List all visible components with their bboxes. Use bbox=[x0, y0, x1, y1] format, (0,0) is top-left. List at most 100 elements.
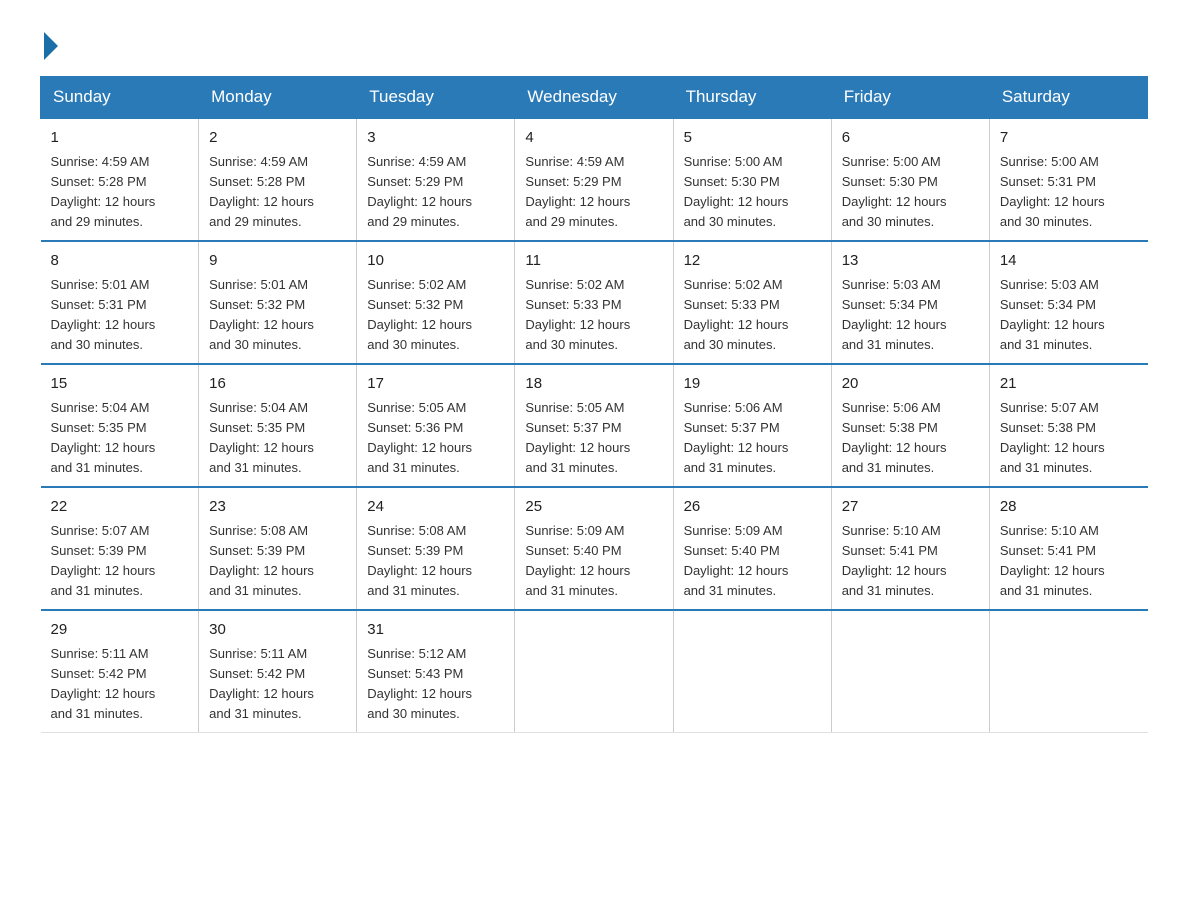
day-number: 23 bbox=[209, 496, 346, 519]
day-number: 7 bbox=[1000, 127, 1138, 150]
day-number: 27 bbox=[842, 496, 979, 519]
day-number: 28 bbox=[1000, 496, 1138, 519]
day-info: Sunrise: 5:10 AMSunset: 5:41 PMDaylight:… bbox=[842, 523, 947, 598]
day-info: Sunrise: 5:11 AMSunset: 5:42 PMDaylight:… bbox=[209, 646, 314, 721]
day-info: Sunrise: 5:05 AMSunset: 5:37 PMDaylight:… bbox=[525, 400, 630, 475]
calendar-cell: 1 Sunrise: 4:59 AMSunset: 5:28 PMDaylight… bbox=[41, 118, 199, 241]
day-number: 21 bbox=[1000, 373, 1138, 396]
day-info: Sunrise: 5:02 AMSunset: 5:33 PMDaylight:… bbox=[525, 277, 630, 352]
calendar-cell: 24Sunrise: 5:08 AMSunset: 5:39 PMDayligh… bbox=[357, 487, 515, 610]
calendar-cell bbox=[515, 610, 673, 733]
calendar-cell: 20 Sunrise: 5:06 AMSunset: 5:38 PMDayligh… bbox=[831, 364, 989, 487]
logo bbox=[40, 30, 58, 56]
day-info: Sunrise: 5:05 AMSunset: 5:36 PMDaylight:… bbox=[367, 400, 472, 475]
day-info: Sunrise: 5:07 AMSunset: 5:39 PMDaylight:… bbox=[51, 523, 156, 598]
calendar-cell bbox=[673, 610, 831, 733]
day-info: Sunrise: 5:09 AMSunset: 5:40 PMDaylight:… bbox=[525, 523, 630, 598]
day-number: 29 bbox=[51, 619, 189, 642]
day-number: 14 bbox=[1000, 250, 1138, 273]
day-info: Sunrise: 5:04 AMSunset: 5:35 PMDaylight:… bbox=[209, 400, 314, 475]
day-info: Sunrise: 5:09 AMSunset: 5:40 PMDaylight:… bbox=[684, 523, 789, 598]
calendar-week-row: 1 Sunrise: 4:59 AMSunset: 5:28 PMDaylight… bbox=[41, 118, 1148, 241]
calendar-cell: 18 Sunrise: 5:05 AMSunset: 5:37 PMDayligh… bbox=[515, 364, 673, 487]
calendar-cell: 22 Sunrise: 5:07 AMSunset: 5:39 PMDayligh… bbox=[41, 487, 199, 610]
day-number: 10 bbox=[367, 250, 504, 273]
day-info: Sunrise: 4:59 AMSunset: 5:28 PMDaylight:… bbox=[209, 154, 314, 229]
day-info: Sunrise: 5:11 AMSunset: 5:42 PMDaylight:… bbox=[51, 646, 156, 721]
day-number: 5 bbox=[684, 127, 821, 150]
day-number: 22 bbox=[51, 496, 189, 519]
calendar-cell: 15Sunrise: 5:04 AMSunset: 5:35 PMDayligh… bbox=[41, 364, 199, 487]
day-info: Sunrise: 5:12 AMSunset: 5:43 PMDaylight:… bbox=[367, 646, 472, 721]
day-info: Sunrise: 5:03 AMSunset: 5:34 PMDaylight:… bbox=[1000, 277, 1105, 352]
day-number: 25 bbox=[525, 496, 662, 519]
calendar-week-row: 15Sunrise: 5:04 AMSunset: 5:35 PMDayligh… bbox=[41, 364, 1148, 487]
day-info: Sunrise: 5:01 AMSunset: 5:32 PMDaylight:… bbox=[209, 277, 314, 352]
day-number: 20 bbox=[842, 373, 979, 396]
calendar-week-row: 29 Sunrise: 5:11 AMSunset: 5:42 PMDayligh… bbox=[41, 610, 1148, 733]
day-info: Sunrise: 5:06 AMSunset: 5:37 PMDaylight:… bbox=[684, 400, 789, 475]
calendar-cell: 9 Sunrise: 5:01 AMSunset: 5:32 PMDaylight… bbox=[199, 241, 357, 364]
calendar-cell bbox=[831, 610, 989, 733]
calendar-cell: 7 Sunrise: 5:00 AMSunset: 5:31 PMDaylight… bbox=[989, 118, 1147, 241]
calendar-cell bbox=[989, 610, 1147, 733]
calendar-cell: 3 Sunrise: 4:59 AMSunset: 5:29 PMDaylight… bbox=[357, 118, 515, 241]
calendar-cell: 23Sunrise: 5:08 AMSunset: 5:39 PMDayligh… bbox=[199, 487, 357, 610]
calendar-week-row: 22 Sunrise: 5:07 AMSunset: 5:39 PMDayligh… bbox=[41, 487, 1148, 610]
calendar-table: SundayMondayTuesdayWednesdayThursdayFrid… bbox=[40, 76, 1148, 733]
day-info: Sunrise: 5:03 AMSunset: 5:34 PMDaylight:… bbox=[842, 277, 947, 352]
calendar-cell: 5Sunrise: 5:00 AMSunset: 5:30 PMDaylight… bbox=[673, 118, 831, 241]
day-info: Sunrise: 5:00 AMSunset: 5:31 PMDaylight:… bbox=[1000, 154, 1105, 229]
day-number: 16 bbox=[209, 373, 346, 396]
day-info: Sunrise: 4:59 AMSunset: 5:29 PMDaylight:… bbox=[367, 154, 472, 229]
calendar-cell: 30 Sunrise: 5:11 AMSunset: 5:42 PMDayligh… bbox=[199, 610, 357, 733]
day-number: 1 bbox=[51, 127, 189, 150]
day-number: 4 bbox=[525, 127, 662, 150]
day-info: Sunrise: 5:06 AMSunset: 5:38 PMDaylight:… bbox=[842, 400, 947, 475]
calendar-cell: 29 Sunrise: 5:11 AMSunset: 5:42 PMDayligh… bbox=[41, 610, 199, 733]
calendar-cell: 6Sunrise: 5:00 AMSunset: 5:30 PMDaylight… bbox=[831, 118, 989, 241]
day-info: Sunrise: 5:08 AMSunset: 5:39 PMDaylight:… bbox=[367, 523, 472, 598]
day-number: 13 bbox=[842, 250, 979, 273]
calendar-cell: 27 Sunrise: 5:10 AMSunset: 5:41 PMDayligh… bbox=[831, 487, 989, 610]
day-number: 19 bbox=[684, 373, 821, 396]
calendar-cell: 19 Sunrise: 5:06 AMSunset: 5:37 PMDayligh… bbox=[673, 364, 831, 487]
calendar-cell: 31 Sunrise: 5:12 AMSunset: 5:43 PMDayligh… bbox=[357, 610, 515, 733]
calendar-cell: 11 Sunrise: 5:02 AMSunset: 5:33 PMDayligh… bbox=[515, 241, 673, 364]
day-number: 30 bbox=[209, 619, 346, 642]
day-info: Sunrise: 5:07 AMSunset: 5:38 PMDaylight:… bbox=[1000, 400, 1105, 475]
day-number: 3 bbox=[367, 127, 504, 150]
day-header-thursday: Thursday bbox=[673, 77, 831, 119]
logo-arrow-icon bbox=[44, 32, 58, 60]
day-info: Sunrise: 4:59 AMSunset: 5:29 PMDaylight:… bbox=[525, 154, 630, 229]
day-number: 8 bbox=[51, 250, 189, 273]
day-number: 26 bbox=[684, 496, 821, 519]
day-info: Sunrise: 5:02 AMSunset: 5:33 PMDaylight:… bbox=[684, 277, 789, 352]
calendar-cell: 13 Sunrise: 5:03 AMSunset: 5:34 PMDayligh… bbox=[831, 241, 989, 364]
day-info: Sunrise: 5:01 AMSunset: 5:31 PMDaylight:… bbox=[51, 277, 156, 352]
calendar-cell: 8 Sunrise: 5:01 AMSunset: 5:31 PMDaylight… bbox=[41, 241, 199, 364]
calendar-cell: 14 Sunrise: 5:03 AMSunset: 5:34 PMDayligh… bbox=[989, 241, 1147, 364]
calendar-cell: 25 Sunrise: 5:09 AMSunset: 5:40 PMDayligh… bbox=[515, 487, 673, 610]
calendar-cell: 12 Sunrise: 5:02 AMSunset: 5:33 PMDayligh… bbox=[673, 241, 831, 364]
day-info: Sunrise: 5:10 AMSunset: 5:41 PMDaylight:… bbox=[1000, 523, 1105, 598]
day-number: 31 bbox=[367, 619, 504, 642]
day-info: Sunrise: 4:59 AMSunset: 5:28 PMDaylight:… bbox=[51, 154, 156, 229]
day-header-saturday: Saturday bbox=[989, 77, 1147, 119]
calendar-cell: 26 Sunrise: 5:09 AMSunset: 5:40 PMDayligh… bbox=[673, 487, 831, 610]
day-number: 12 bbox=[684, 250, 821, 273]
day-header-sunday: Sunday bbox=[41, 77, 199, 119]
calendar-week-row: 8 Sunrise: 5:01 AMSunset: 5:31 PMDaylight… bbox=[41, 241, 1148, 364]
day-number: 11 bbox=[525, 250, 662, 273]
calendar-cell: 2Sunrise: 4:59 AMSunset: 5:28 PMDaylight… bbox=[199, 118, 357, 241]
day-header-friday: Friday bbox=[831, 77, 989, 119]
calendar-cell: 10 Sunrise: 5:02 AMSunset: 5:32 PMDayligh… bbox=[357, 241, 515, 364]
day-header-monday: Monday bbox=[199, 77, 357, 119]
day-number: 6 bbox=[842, 127, 979, 150]
calendar-cell: 17 Sunrise: 5:05 AMSunset: 5:36 PMDayligh… bbox=[357, 364, 515, 487]
calendar-cell: 4 Sunrise: 4:59 AMSunset: 5:29 PMDaylight… bbox=[515, 118, 673, 241]
day-number: 17 bbox=[367, 373, 504, 396]
day-number: 18 bbox=[525, 373, 662, 396]
day-info: Sunrise: 5:02 AMSunset: 5:32 PMDaylight:… bbox=[367, 277, 472, 352]
day-number: 9 bbox=[209, 250, 346, 273]
